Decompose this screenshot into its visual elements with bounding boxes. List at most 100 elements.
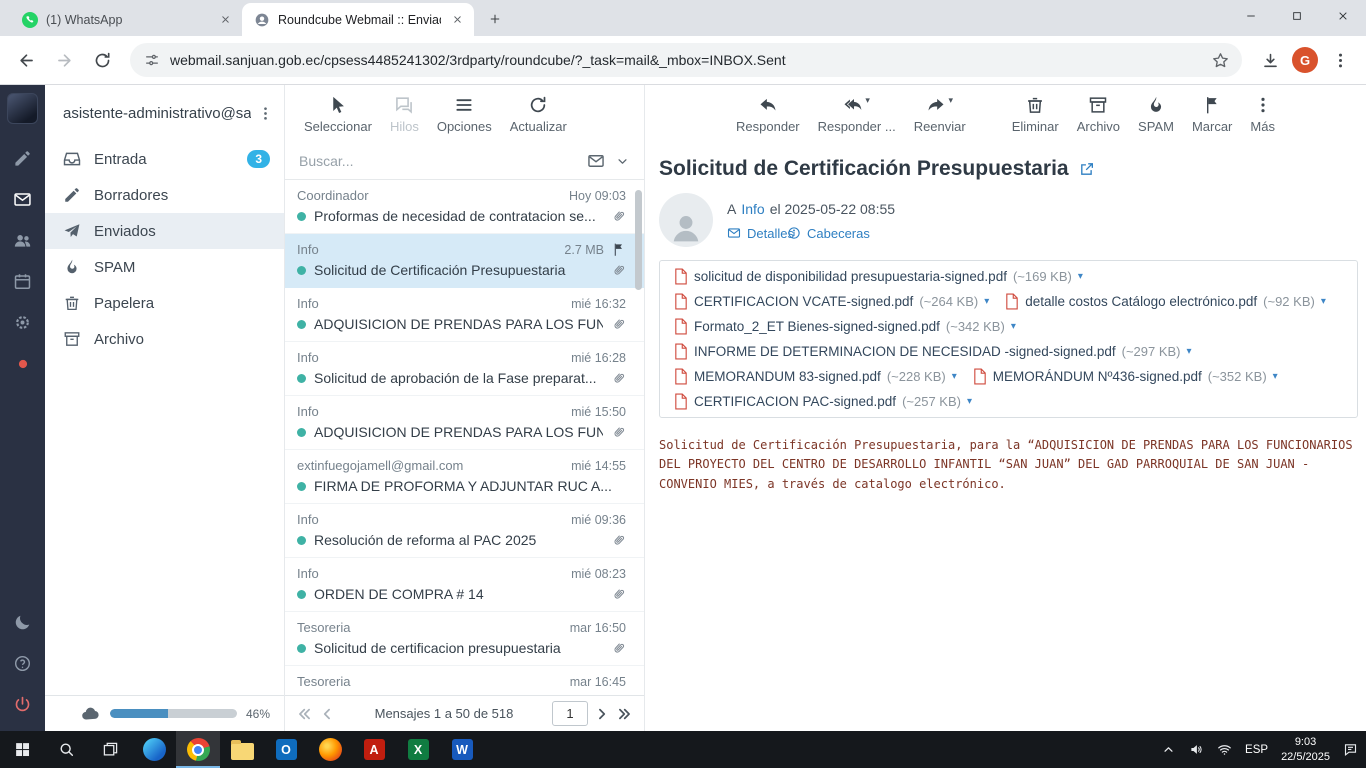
help-button[interactable] xyxy=(0,643,45,684)
compose-button[interactable] xyxy=(0,138,45,179)
message-list-item[interactable]: Info mié 16:28 Solicitud de aprobación d… xyxy=(285,342,644,396)
reload-button[interactable] xyxy=(86,44,118,76)
webmail-logo[interactable] xyxy=(7,93,38,124)
bookmark-star-icon[interactable] xyxy=(1211,51,1230,70)
more-button[interactable]: Más xyxy=(1241,91,1284,138)
attachment-chip[interactable]: CERTIFICACION PAC-signed.pdf (~257 KB) xyxy=(666,389,980,414)
mark-button[interactable]: Marcar xyxy=(1183,91,1241,138)
page-input[interactable] xyxy=(552,701,588,726)
window-close-button[interactable] xyxy=(1320,0,1366,32)
attachment-chip[interactable]: solicitud de disponibilidad presupuestar… xyxy=(666,264,1091,289)
close-tab-icon[interactable] xyxy=(217,11,234,28)
dark-mode-button[interactable] xyxy=(0,602,45,643)
contacts-nav-button[interactable] xyxy=(0,220,45,261)
edge-icon[interactable] xyxy=(132,731,176,768)
recipient-link[interactable]: Info xyxy=(741,201,764,217)
headers-link[interactable]: Cabeceras xyxy=(787,226,821,240)
folder-item-entrada[interactable]: Entrada 3 xyxy=(45,141,284,177)
folder-item-archivo[interactable]: Archivo xyxy=(45,321,284,357)
forward-button[interactable]: Reenviar xyxy=(905,91,975,138)
word-icon[interactable] xyxy=(440,731,484,768)
attachment-menu-icon[interactable] xyxy=(967,396,972,407)
outlook-icon[interactable] xyxy=(264,731,308,768)
volume-icon[interactable] xyxy=(1189,742,1204,757)
list-scrollbar[interactable] xyxy=(635,190,642,290)
attachment-menu-icon[interactable] xyxy=(1187,346,1192,357)
address-bar[interactable]: webmail.sanjuan.gob.ec/cpsess4485241302/… xyxy=(130,43,1242,77)
dropdown-caret-icon[interactable] xyxy=(865,95,870,105)
attachment-menu-icon[interactable] xyxy=(952,371,957,382)
spam-button[interactable]: SPAM xyxy=(1129,91,1183,138)
dropdown-caret-icon[interactable] xyxy=(948,95,953,105)
attachment-chip[interactable]: CERTIFICACION VCATE-signed.pdf (~264 KB) xyxy=(666,289,997,314)
tab-whatsapp[interactable]: (1) WhatsApp xyxy=(10,3,242,36)
message-list-item[interactable]: Coordinador Hoy 09:03 Proformas de neces… xyxy=(285,180,644,234)
select-button[interactable]: Seleccionar xyxy=(295,91,381,138)
reply-button[interactable]: Responder xyxy=(727,91,809,138)
attachment-chip[interactable]: Formato_2_ET Bienes-signed-signed.pdf (~… xyxy=(666,314,1024,339)
task-view-button[interactable] xyxy=(88,731,132,768)
message-list-item[interactable]: Tesoreria mar 16:45 xyxy=(285,666,644,695)
folder-item-spam[interactable]: SPAM xyxy=(45,249,284,285)
tray-expand-icon[interactable] xyxy=(1161,742,1176,757)
attachment-chip[interactable]: detalle costos Catálogo electrónico.pdf … xyxy=(997,289,1334,314)
browser-menu-button[interactable] xyxy=(1324,44,1356,76)
search-scope-icon[interactable] xyxy=(587,152,605,170)
language-indicator[interactable]: ESP xyxy=(1245,744,1268,756)
settings-nav-button[interactable] xyxy=(0,302,45,343)
refresh-button[interactable]: Actualizar xyxy=(501,91,576,138)
file-explorer-icon[interactable] xyxy=(220,731,264,768)
taskbar-clock[interactable]: 9:03 22/5/2025 xyxy=(1281,735,1330,765)
folder-item-enviados[interactable]: Enviados xyxy=(45,213,284,249)
window-minimize-button[interactable] xyxy=(1228,0,1274,32)
mail-nav-button[interactable] xyxy=(0,179,45,220)
new-tab-button[interactable] xyxy=(482,6,508,32)
search-options-chevron-icon[interactable] xyxy=(615,154,630,169)
folder-options-icon[interactable] xyxy=(257,105,274,122)
attachment-chip[interactable]: MEMORANDUM 83-signed.pdf (~228 KB) xyxy=(666,364,965,389)
attachment-menu-icon[interactable] xyxy=(1011,321,1016,332)
open-in-new-window-icon[interactable] xyxy=(1079,161,1095,177)
tab-roundcube[interactable]: Roundcube Webmail :: Enviados xyxy=(242,3,474,36)
profile-avatar[interactable]: G xyxy=(1292,47,1318,73)
next-page-button[interactable] xyxy=(593,705,611,723)
attachment-menu-icon[interactable] xyxy=(1321,296,1326,307)
start-button[interactable] xyxy=(0,731,44,768)
calendar-nav-button[interactable] xyxy=(0,261,45,302)
site-info-icon[interactable] xyxy=(144,52,160,68)
search-input[interactable] xyxy=(299,153,577,169)
delete-button[interactable]: Eliminar xyxy=(1003,91,1068,138)
message-list-item[interactable]: Info 2.7 MB Solicitud de Certificación P… xyxy=(285,234,644,288)
logout-button[interactable] xyxy=(0,684,45,725)
attachment-menu-icon[interactable] xyxy=(984,296,989,307)
taskbar-search-button[interactable] xyxy=(44,731,88,768)
back-button[interactable] xyxy=(10,44,42,76)
window-maximize-button[interactable] xyxy=(1274,0,1320,32)
message-list-item[interactable]: Tesoreria mar 16:50 Solicitud de certifi… xyxy=(285,612,644,666)
first-page-button[interactable] xyxy=(295,705,313,723)
close-tab-icon[interactable] xyxy=(449,11,466,28)
attachment-chip[interactable]: MEMORÁNDUM Nº436-signed.pdf (~352 KB) xyxy=(965,364,1286,389)
attachment-menu-icon[interactable] xyxy=(1078,271,1083,282)
folder-item-borradores[interactable]: Borradores xyxy=(45,177,284,213)
chrome-icon[interactable] xyxy=(176,731,220,768)
reply-all-button[interactable]: Responder ... xyxy=(809,91,905,138)
list-options-button[interactable]: Opciones xyxy=(428,91,501,138)
message-list-item[interactable]: Info mié 08:23 ORDEN DE COMPRA # 14 xyxy=(285,558,644,612)
forward-button[interactable] xyxy=(48,44,80,76)
last-page-button[interactable] xyxy=(616,705,634,723)
attachment-menu-icon[interactable] xyxy=(1273,371,1278,382)
message-list-item[interactable]: extinfuegojamell@gmail.com mié 14:55 FIR… xyxy=(285,450,644,504)
network-icon[interactable] xyxy=(1217,742,1232,757)
attachment-chip[interactable]: INFORME DE DETERMINACION DE NECESIDAD -s… xyxy=(666,339,1200,364)
folder-item-papelera[interactable]: Papelera xyxy=(45,285,284,321)
threads-button[interactable]: Hilos xyxy=(381,91,428,138)
acrobat-icon[interactable] xyxy=(352,731,396,768)
message-list-item[interactable]: Info mié 16:32 ADQUISICION DE PRENDAS PA… xyxy=(285,288,644,342)
action-center-icon[interactable] xyxy=(1343,742,1358,757)
firefox-icon[interactable] xyxy=(308,731,352,768)
message-list-item[interactable]: Info mié 15:50 ADQUISICION DE PRENDAS PA… xyxy=(285,396,644,450)
prev-page-button[interactable] xyxy=(318,705,336,723)
downloads-button[interactable] xyxy=(1254,44,1286,76)
details-link[interactable]: Detalles xyxy=(727,226,761,240)
